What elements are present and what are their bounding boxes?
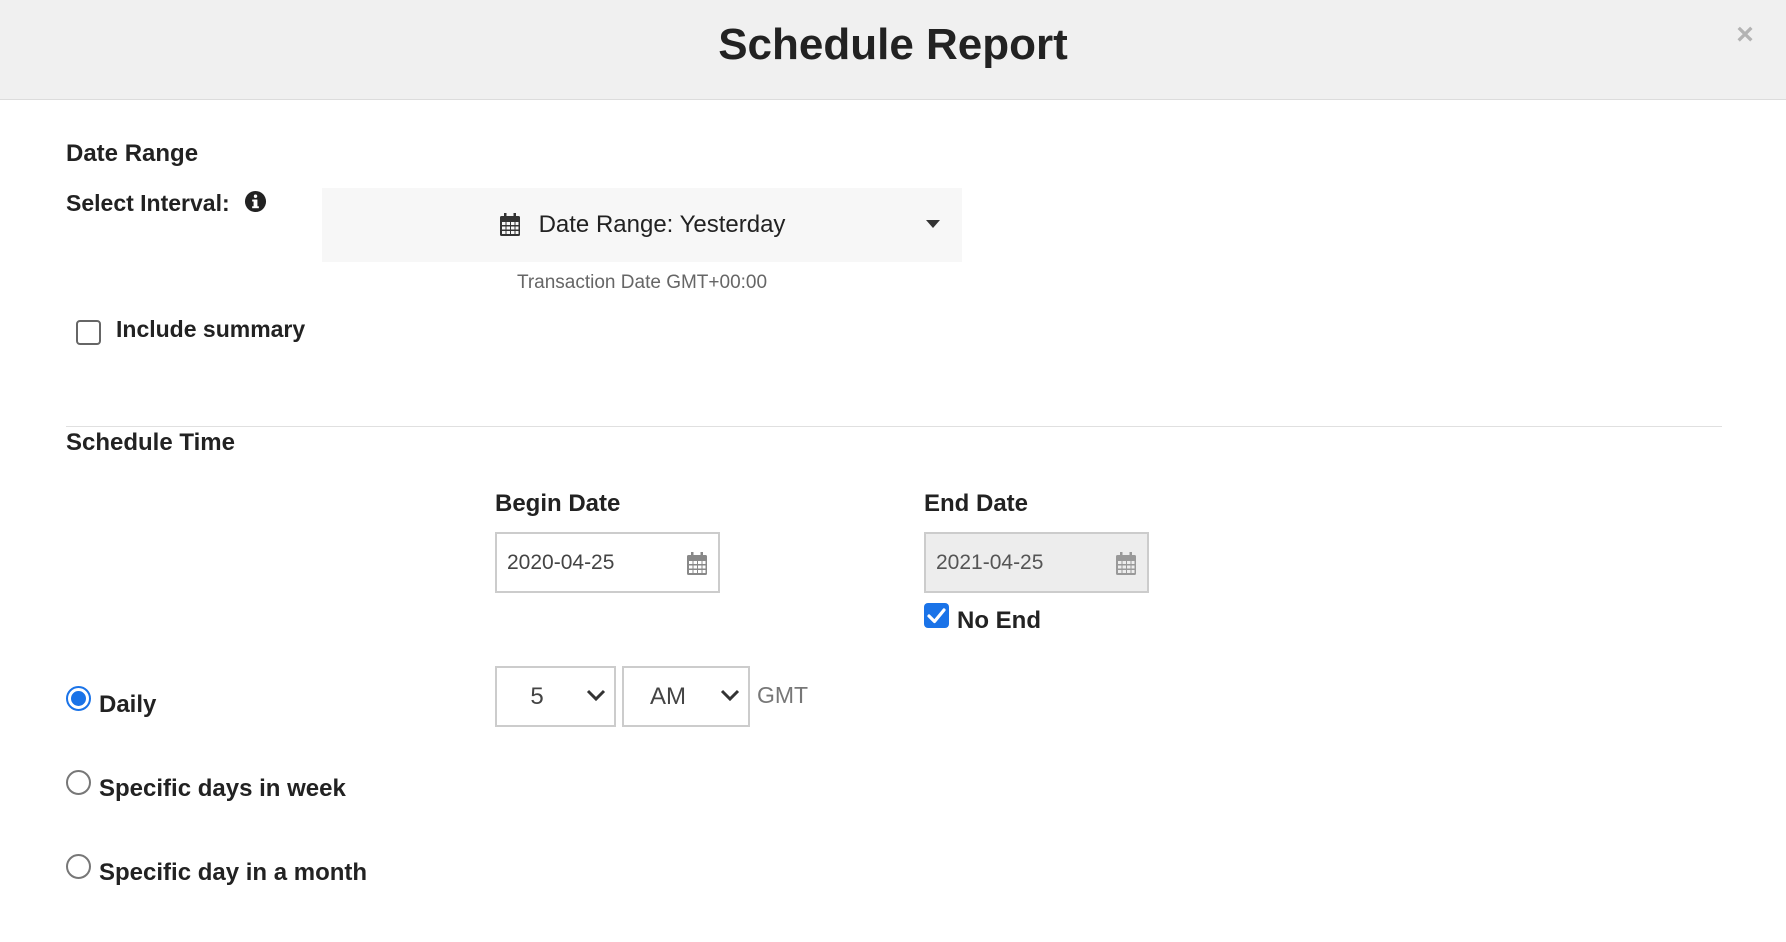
- calendar-icon: [499, 213, 520, 236]
- begin-date-label: Begin Date: [495, 490, 621, 517]
- end-date-input: 2021-04-25: [924, 532, 1149, 593]
- include-summary-checkbox[interactable]: [76, 320, 101, 345]
- info-circle-icon[interactable]: [244, 190, 267, 213]
- close-icon[interactable]: ×: [1730, 20, 1760, 50]
- dialog-title: Schedule Report: [718, 20, 1068, 69]
- date-range-dropdown[interactable]: Date Range: Yesterday: [322, 188, 962, 262]
- date-range-section-title: Date Range: [66, 140, 199, 167]
- ampm-value: AM: [650, 682, 686, 710]
- calendar-icon: [1116, 552, 1136, 575]
- end-date-label: End Date: [924, 490, 1029, 517]
- hour-select[interactable]: 5: [495, 666, 616, 727]
- include-summary-label[interactable]: Include summary: [116, 316, 305, 343]
- end-date-value: 2021-04-25: [936, 550, 1044, 574]
- date-range-value: Date Range: Yesterday: [538, 211, 786, 238]
- begin-date-input[interactable]: 2020-04-25: [495, 532, 720, 593]
- dialog-header: Schedule Report ×: [0, 0, 1786, 100]
- specific-days-in-week-label[interactable]: Specific days in week: [99, 775, 346, 803]
- ampm-select[interactable]: AM: [622, 666, 750, 727]
- specific-day-in-month-label[interactable]: Specific day in a month: [99, 859, 367, 887]
- hour-value: 5: [530, 682, 544, 710]
- schedule-time-section-title: Schedule Time: [66, 429, 235, 456]
- chevron-down-icon: [720, 689, 740, 702]
- timezone-label: GMT: [757, 682, 809, 708]
- begin-date-value: 2020-04-25: [507, 550, 615, 574]
- daily-label[interactable]: Daily: [99, 691, 156, 719]
- timezone-note: Transaction Date GMT+00:00: [516, 272, 768, 293]
- specific-days-in-week-radio[interactable]: [66, 770, 91, 795]
- calendar-icon[interactable]: [686, 552, 708, 576]
- select-interval-label: Select Interval:: [66, 190, 230, 216]
- section-divider: [66, 426, 1722, 427]
- specific-day-in-month-radio[interactable]: [66, 854, 91, 879]
- daily-radio[interactable]: [66, 686, 91, 711]
- no-end-label[interactable]: No End: [957, 607, 1041, 635]
- checkmark-icon: [927, 608, 946, 624]
- chevron-down-icon: [586, 689, 606, 702]
- caret-down-icon: [926, 220, 940, 228]
- no-end-checkbox[interactable]: [924, 603, 949, 628]
